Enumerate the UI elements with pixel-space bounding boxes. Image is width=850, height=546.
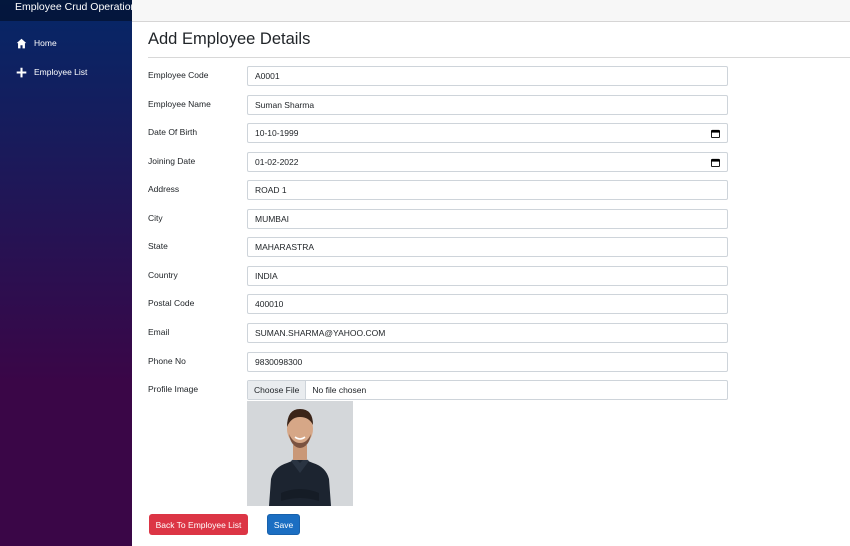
postal-code-label: Postal Code bbox=[148, 298, 195, 308]
joining-date-value: 01-02-2022 bbox=[255, 157, 299, 167]
employee-code-input[interactable]: A0001 bbox=[247, 66, 728, 86]
sidebar-item-employee-list[interactable]: Employee List bbox=[0, 62, 132, 82]
employee-name-label: Employee Name bbox=[148, 99, 211, 109]
profile-image-label: Profile Image bbox=[148, 384, 199, 394]
postal-code-row: Postal Code 400010 bbox=[148, 294, 728, 315]
employee-name-input[interactable]: Suman Sharma bbox=[247, 95, 728, 115]
joining-date-input[interactable]: 01-02-2022 bbox=[247, 152, 728, 172]
employee-code-value: A0001 bbox=[255, 71, 280, 81]
phone-no-row: Phone No 9830098300 bbox=[148, 352, 728, 373]
sidebar-item-home[interactable]: Home bbox=[0, 33, 132, 53]
phone-no-label: Phone No bbox=[148, 356, 186, 366]
employee-code-row: Employee Code A0001 bbox=[148, 66, 728, 87]
sidebar-item-label: Employee List bbox=[34, 67, 88, 77]
phone-no-value: 9830098300 bbox=[255, 357, 303, 367]
postal-code-input[interactable]: 400010 bbox=[247, 294, 728, 314]
calendar-icon[interactable] bbox=[711, 129, 720, 138]
address-value: ROAD 1 bbox=[255, 185, 287, 195]
top-bar bbox=[132, 0, 850, 22]
back-to-employee-list-button[interactable]: Back To Employee List bbox=[149, 514, 248, 535]
choose-file-button[interactable]: Choose File bbox=[248, 381, 307, 399]
country-value: INDIA bbox=[255, 271, 278, 281]
address-label: Address bbox=[148, 184, 180, 194]
calendar-icon[interactable] bbox=[711, 158, 720, 167]
joining-date-row: Joining Date 01-02-2022 bbox=[148, 152, 728, 173]
date-of-birth-label: Date Of Birth bbox=[148, 127, 198, 137]
state-label: State bbox=[148, 241, 168, 251]
profile-photo bbox=[247, 401, 353, 506]
app-brand[interactable]: Employee Crud Operations bbox=[0, 0, 132, 21]
profile-image-preview bbox=[247, 401, 353, 506]
country-row: Country INDIA bbox=[148, 266, 728, 287]
employee-code-label: Employee Code bbox=[148, 70, 209, 80]
state-row: State MAHARASTRA bbox=[148, 237, 728, 258]
file-status-text: No file chosen bbox=[312, 385, 367, 395]
date-of-birth-row: Date Of Birth 10-10-1999 bbox=[148, 123, 728, 144]
profile-image-file-input[interactable]: Choose File No file chosen bbox=[247, 380, 728, 400]
date-of-birth-value: 10-10-1999 bbox=[255, 128, 299, 138]
plus-icon bbox=[16, 67, 27, 78]
email-value: SUMAN.SHARMA@YAHOO.COM bbox=[255, 328, 386, 338]
postal-code-value: 400010 bbox=[255, 299, 284, 309]
country-input[interactable]: INDIA bbox=[247, 266, 728, 286]
profile-image-row: Profile Image Choose File No file chosen bbox=[148, 380, 728, 401]
phone-no-input[interactable]: 9830098300 bbox=[247, 352, 728, 372]
country-label: Country bbox=[148, 270, 178, 280]
address-row: Address ROAD 1 bbox=[148, 180, 728, 201]
address-input[interactable]: ROAD 1 bbox=[247, 180, 728, 200]
date-of-birth-input[interactable]: 10-10-1999 bbox=[247, 123, 728, 143]
sidebar: Employee Crud Operations Home Employee L… bbox=[0, 0, 132, 546]
title-divider bbox=[148, 57, 850, 58]
city-value: MUMBAI bbox=[255, 214, 289, 224]
email-input[interactable]: SUMAN.SHARMA@YAHOO.COM bbox=[247, 323, 728, 343]
employee-name-value: Suman Sharma bbox=[255, 100, 315, 110]
city-row: City MUMBAI bbox=[148, 209, 728, 230]
sidebar-item-label: Home bbox=[34, 38, 57, 48]
employee-name-row: Employee Name Suman Sharma bbox=[148, 95, 728, 116]
joining-date-label: Joining Date bbox=[148, 156, 196, 166]
city-input[interactable]: MUMBAI bbox=[247, 209, 728, 229]
save-button[interactable]: Save bbox=[267, 514, 300, 535]
main-content: Add Employee Details Employee Code A0001… bbox=[132, 22, 850, 546]
state-value: MAHARASTRA bbox=[255, 242, 315, 252]
state-input[interactable]: MAHARASTRA bbox=[247, 237, 728, 257]
email-row: Email SUMAN.SHARMA@YAHOO.COM bbox=[148, 323, 728, 344]
home-icon bbox=[16, 38, 27, 49]
email-label: Email bbox=[148, 327, 170, 337]
page-title: Add Employee Details bbox=[148, 30, 311, 48]
city-label: City bbox=[148, 213, 163, 223]
